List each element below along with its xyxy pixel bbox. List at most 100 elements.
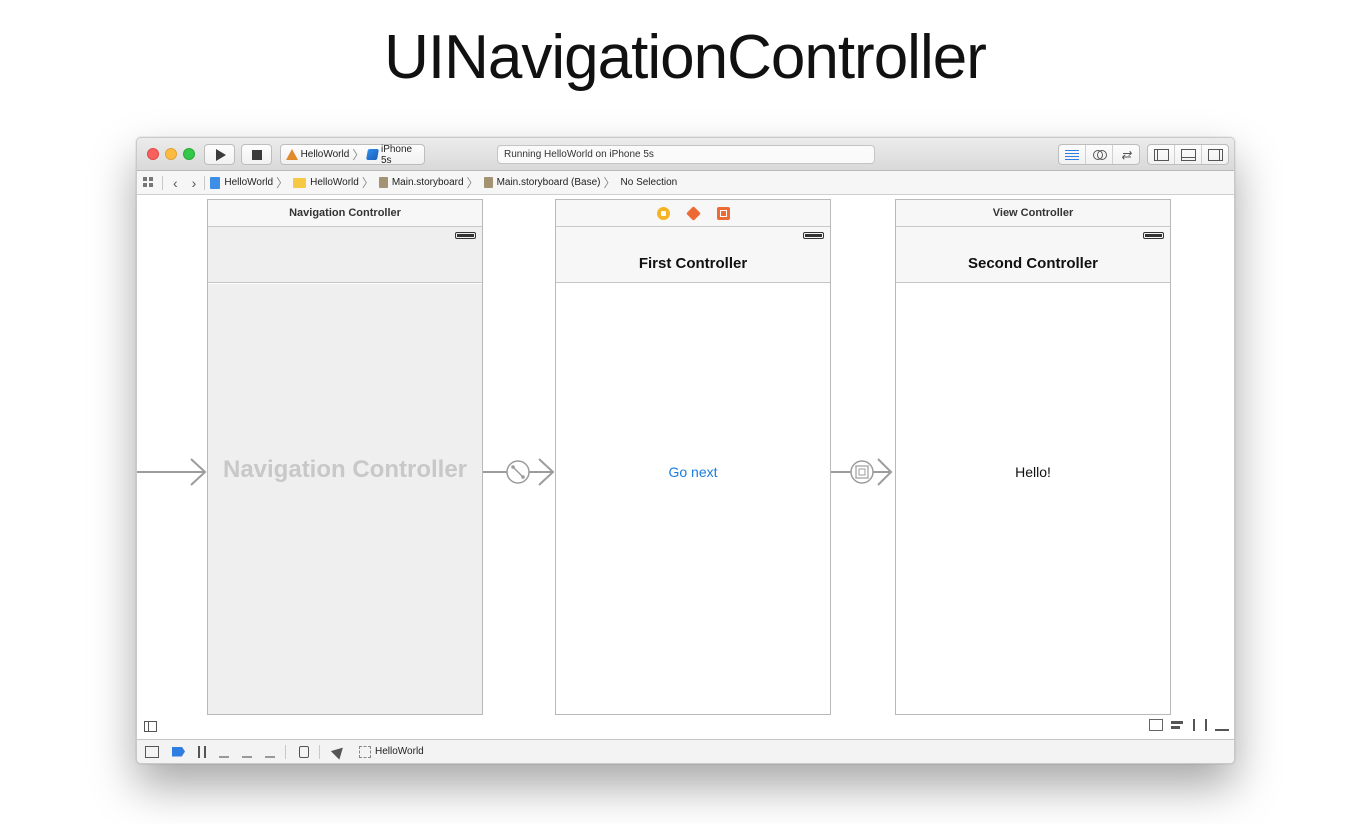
- breadcrumb-storyboard[interactable]: Main.storyboard: [378, 177, 464, 188]
- pin-icon[interactable]: [1193, 719, 1207, 731]
- storyboard-canvas[interactable]: Navigation Controller Navigation Control…: [137, 195, 1234, 740]
- page-title: UINavigationController: [384, 23, 987, 92]
- battery-icon: [1143, 232, 1164, 239]
- first-controller-scene[interactable]: First Controller Go next: [555, 199, 831, 715]
- stop-button[interactable]: [241, 144, 272, 165]
- forward-arrow-icon[interactable]: ›: [192, 175, 197, 191]
- debug-target-label: HelloWorld: [375, 746, 424, 757]
- project-icon: [210, 176, 221, 189]
- view-toggle-segmented-control: [1147, 144, 1229, 165]
- chevron-right-icon: 〉: [276, 176, 289, 190]
- battery-icon: [455, 232, 476, 239]
- breadcrumb-label: Main.storyboard (Base): [496, 177, 601, 188]
- debug-target[interactable]: HelloWorld: [359, 745, 424, 758]
- debug-view-hierarchy-icon[interactable]: [299, 745, 309, 758]
- show-segue[interactable]: [831, 457, 893, 487]
- storyboard-file-icon: [378, 177, 388, 188]
- pause-icon[interactable]: [198, 745, 206, 758]
- hide-debug-area-icon[interactable]: [145, 745, 159, 758]
- step-out-icon[interactable]: [265, 746, 275, 758]
- navigation-title[interactable]: First Controller: [556, 255, 830, 272]
- chevron-right-icon: 〉: [352, 148, 365, 162]
- navigation-controller-scene[interactable]: Navigation Controller Navigation Control…: [207, 199, 483, 715]
- navigation-bar[interactable]: Second Controller: [896, 227, 1170, 283]
- toggle-navigator-button[interactable]: [1148, 145, 1175, 164]
- app-target-icon: [285, 148, 298, 161]
- breadcrumb-label: No Selection: [620, 177, 678, 188]
- standard-editor-button[interactable]: [1059, 145, 1086, 164]
- run-button[interactable]: [204, 144, 235, 165]
- chevron-right-icon: 〉: [603, 176, 616, 190]
- scene-body: Go next: [556, 284, 830, 714]
- related-items-icon[interactable]: [143, 177, 154, 188]
- placeholder-label: Navigation Controller: [222, 456, 468, 483]
- close-window-button[interactable]: [147, 148, 159, 160]
- standard-editor-icon: [1065, 149, 1079, 160]
- exit-icon[interactable]: [716, 206, 730, 220]
- back-arrow-icon[interactable]: ‹: [173, 175, 178, 191]
- hello-label[interactable]: Hello!: [896, 464, 1170, 480]
- align-icon[interactable]: [1171, 719, 1185, 731]
- jump-bar: ‹ › HelloWorld 〉 HelloWorld 〉 Main.story…: [137, 171, 1234, 195]
- breadcrumb-label: HelloWorld: [224, 177, 274, 188]
- chevron-right-icon: 〉: [466, 176, 479, 190]
- version-editor-button[interactable]: ⇄: [1113, 145, 1139, 164]
- editor-mode-segmented-control: ⇄: [1058, 144, 1140, 165]
- assistant-editor-icon: [1092, 148, 1107, 161]
- simulate-location-icon[interactable]: [330, 743, 348, 760]
- folder-icon: [293, 177, 307, 188]
- first-responder-icon[interactable]: [685, 205, 701, 221]
- debug-bar: HelloWorld: [137, 739, 1234, 763]
- navigation-bar[interactable]: First Controller: [556, 227, 830, 283]
- minimize-window-button[interactable]: [165, 148, 177, 160]
- go-next-button[interactable]: Go next: [556, 464, 830, 480]
- divider: [162, 175, 163, 190]
- breadcrumb-group[interactable]: HelloWorld: [293, 177, 359, 188]
- assistant-editor-button[interactable]: [1086, 145, 1113, 164]
- battery-icon: [803, 232, 824, 239]
- scene-body: Hello!: [896, 284, 1170, 714]
- utilities-panel-icon: [1207, 148, 1223, 161]
- debug-panel-icon: [1180, 148, 1196, 161]
- breadcrumb-project[interactable]: HelloWorld: [210, 176, 274, 189]
- scheme-app-label: HelloWorld: [300, 149, 350, 160]
- play-icon: [216, 149, 226, 161]
- breadcrumb-selection[interactable]: No Selection: [621, 177, 678, 188]
- entry-point-arrow[interactable]: [137, 457, 209, 487]
- scene-header: View Controller: [896, 200, 1170, 227]
- embed-in-icon[interactable]: [1149, 719, 1163, 731]
- document-outline-toggle-icon[interactable]: [144, 721, 157, 732]
- scheme-selector[interactable]: HelloWorld 〉 iPhone 5s: [280, 144, 425, 166]
- toggle-debug-area-button[interactable]: [1175, 145, 1202, 164]
- xcode-window: HelloWorld 〉 iPhone 5s Running HelloWorl…: [136, 137, 1235, 764]
- target-icon: [359, 745, 371, 758]
- stop-icon: [252, 150, 262, 160]
- navigator-panel-icon: [1153, 148, 1169, 161]
- divider: [204, 175, 206, 190]
- canvas-tools: [1149, 719, 1229, 731]
- resolve-issues-icon[interactable]: [1215, 719, 1229, 731]
- chevron-right-icon: 〉: [361, 176, 374, 190]
- maximize-window-button[interactable]: [183, 148, 195, 160]
- device-icon: [366, 149, 379, 160]
- breakpoints-icon[interactable]: [172, 746, 185, 757]
- storyboard-file-icon: [483, 177, 493, 188]
- divider: [285, 744, 286, 759]
- step-over-icon[interactable]: [219, 746, 229, 758]
- second-controller-scene[interactable]: View Controller Second Controller Hello!: [895, 199, 1171, 715]
- version-editor-icon: ⇄: [1120, 147, 1132, 162]
- scene-header: Navigation Controller: [208, 200, 482, 227]
- navigation-bar[interactable]: [208, 227, 482, 283]
- scene-dock: [556, 200, 830, 227]
- breadcrumb-label: Main.storyboard: [391, 177, 464, 188]
- breadcrumb-label: HelloWorld: [310, 177, 359, 188]
- divider: [319, 744, 320, 759]
- view-controller-icon[interactable]: [656, 206, 670, 220]
- navigation-title[interactable]: Second Controller: [896, 255, 1170, 272]
- scene-body: Navigation Controller: [208, 284, 482, 714]
- breadcrumb-storyboard-base[interactable]: Main.storyboard (Base): [483, 177, 601, 188]
- toggle-utilities-button[interactable]: [1202, 145, 1228, 164]
- activity-status: Running HelloWorld on iPhone 5s: [497, 145, 875, 164]
- root-view-controller-segue[interactable]: [483, 457, 555, 487]
- step-into-icon[interactable]: [242, 746, 252, 758]
